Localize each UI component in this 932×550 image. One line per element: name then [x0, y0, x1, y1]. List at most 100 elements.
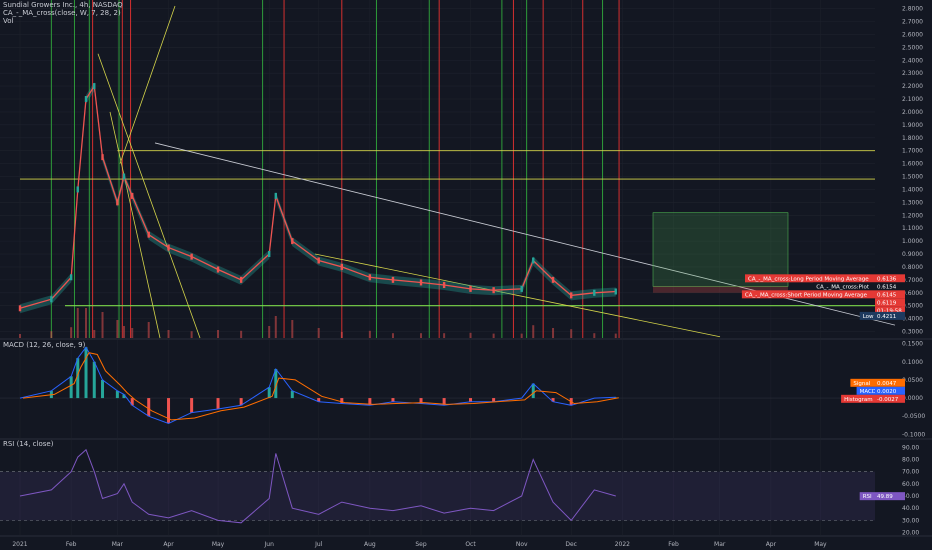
time-tick-label: May	[814, 541, 827, 548]
candle	[317, 257, 320, 264]
candle	[569, 292, 573, 299]
macd-histogram-bar	[531, 383, 535, 399]
volume-bar	[420, 333, 423, 338]
macd-histogram-bar	[290, 390, 294, 399]
volume-bar	[340, 332, 343, 338]
volume-bar	[532, 325, 535, 338]
time-tick-label: Jun	[264, 541, 275, 548]
price-tick-label: 1.9000	[902, 122, 923, 129]
candle	[391, 276, 395, 283]
candle	[551, 276, 555, 283]
candle	[520, 285, 523, 292]
macd-tick-label: 0.1500	[902, 341, 923, 348]
candle	[190, 253, 193, 260]
volume-bar	[50, 331, 53, 338]
time-tick-label: Apr	[766, 541, 777, 548]
macd-histogram-tag-label: Histogram	[844, 397, 873, 403]
candle	[18, 305, 22, 312]
candle	[469, 285, 472, 292]
candle	[93, 83, 96, 90]
candle	[76, 186, 79, 193]
rsi-band	[0, 471, 875, 521]
macd-histogram-bar	[167, 398, 171, 424]
candle	[239, 276, 243, 283]
price-tick-label: 0.5000	[902, 303, 923, 310]
candle	[147, 231, 150, 238]
volume-bar	[291, 320, 294, 338]
low-tag-label: Low	[863, 314, 874, 320]
price-tick-label: 0.4000	[902, 316, 923, 323]
volume-title[interactable]: Vol	[3, 17, 123, 25]
candle	[368, 274, 372, 281]
price-tick-label: 2.7000	[902, 19, 923, 26]
candle	[593, 289, 596, 296]
macd-macd-tag-value: 0.0020	[877, 389, 897, 395]
short-ma-tag-value: 0.6145	[877, 292, 897, 298]
volume-bar	[552, 328, 555, 338]
time-tick-label: May	[212, 541, 225, 548]
macd-title[interactable]: MACD (12, 26, close, 9)	[3, 341, 85, 349]
volume-bar	[85, 308, 88, 338]
volume-bar	[131, 328, 134, 338]
price-tick-label: 2.3000	[902, 70, 923, 77]
volume-bar	[268, 326, 271, 338]
price-tick-label: 2.1000	[902, 96, 923, 103]
volume-bar	[116, 320, 119, 338]
price-tick-label: 2.8000	[902, 6, 923, 13]
time-tick-label: 2022	[615, 541, 630, 548]
price-tick-label: 2.0000	[902, 109, 923, 116]
macd-histogram-tag-value: -0.0027	[877, 397, 899, 403]
volume-bar	[593, 333, 596, 338]
candle	[116, 199, 119, 206]
price-tick-label: 1.1000	[902, 225, 923, 232]
chart-canvas[interactable]: 2.8000 2.7000 2.6000 2.5000 2.4000 2.3000 2.20…	[0, 0, 932, 550]
time-tick-label: Oct	[465, 541, 476, 548]
volume-bar	[240, 330, 243, 338]
candle	[340, 263, 344, 270]
time-tick-label: Apr	[163, 541, 174, 548]
ma-cross-indicator-title[interactable]: CA_-_MA_cross(close, W, 7, 28, 2)	[3, 9, 123, 17]
macd-histogram-bar	[147, 398, 151, 417]
plot-tag-label: CA_-_MA_cross:Plot	[816, 284, 870, 290]
rsi-tick-label: 80.00	[902, 456, 919, 463]
macd-macd-tag-label: MACD	[860, 389, 877, 395]
time-tick-label: Sep	[415, 541, 427, 548]
macd-tick-label: 0.1000	[902, 359, 923, 366]
volume-bar	[274, 316, 277, 338]
price-tick-label: 1.7000	[902, 148, 923, 155]
candle	[614, 288, 617, 295]
macd-histogram-bar	[391, 398, 395, 402]
volume-bar	[317, 328, 320, 338]
time-tick-label: Mar	[714, 541, 726, 548]
candle	[50, 296, 53, 303]
time-tick-label: 2021	[12, 541, 27, 548]
candle	[267, 251, 271, 258]
candle	[492, 287, 495, 294]
chart-legend: Sundial Growers Inc., 4h, NASDAQ CA_-_MA…	[3, 1, 123, 25]
volume-bar	[368, 330, 371, 338]
symbol-title[interactable]: Sundial Growers Inc., 4h, NASDAQ	[3, 1, 123, 9]
volume-bar	[19, 334, 21, 338]
time-tick-label: Feb	[668, 541, 679, 548]
macd-tick-label: 0.0000	[902, 395, 923, 402]
rsi-tag-label: RSI	[863, 494, 872, 500]
long-ma-tag-value: 0.6136	[877, 276, 897, 282]
price-tick-label: 1.0000	[902, 238, 923, 245]
macd-histogram-bar	[190, 398, 194, 413]
macd-tick-label: -0.0500	[902, 413, 925, 420]
price-tick-label: 0.8000	[902, 264, 923, 271]
candle	[122, 173, 126, 180]
macd-histogram-bar	[340, 398, 344, 404]
price-tick-label: 0.3000	[902, 329, 923, 336]
macd-histogram-bar	[267, 387, 271, 399]
volume-bar	[391, 333, 394, 338]
rsi-title[interactable]: RSI (14, close)	[3, 440, 53, 448]
price-tick-label: 1.3000	[902, 199, 923, 206]
price-tick-label: 1.5000	[902, 174, 923, 181]
volume-bar	[443, 333, 446, 338]
volume-bar	[101, 312, 104, 338]
macd-signal-tag-label: Signal	[853, 381, 870, 387]
price-tick-label: 0.6000	[902, 290, 923, 297]
macd-signal-tag-value: 0.0047	[877, 381, 897, 387]
low-tag-value: 0.4211	[877, 314, 896, 320]
